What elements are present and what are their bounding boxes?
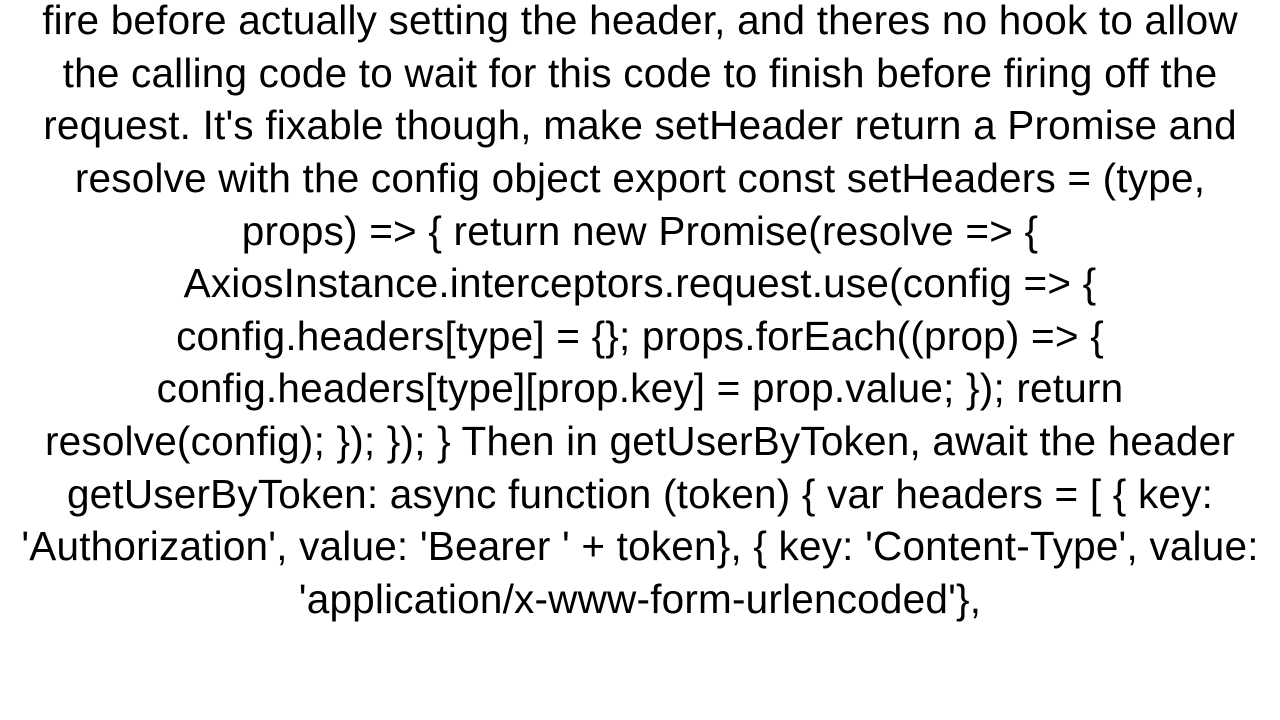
document-body-text: fire before actually setting the header,… — [0, 0, 1280, 626]
